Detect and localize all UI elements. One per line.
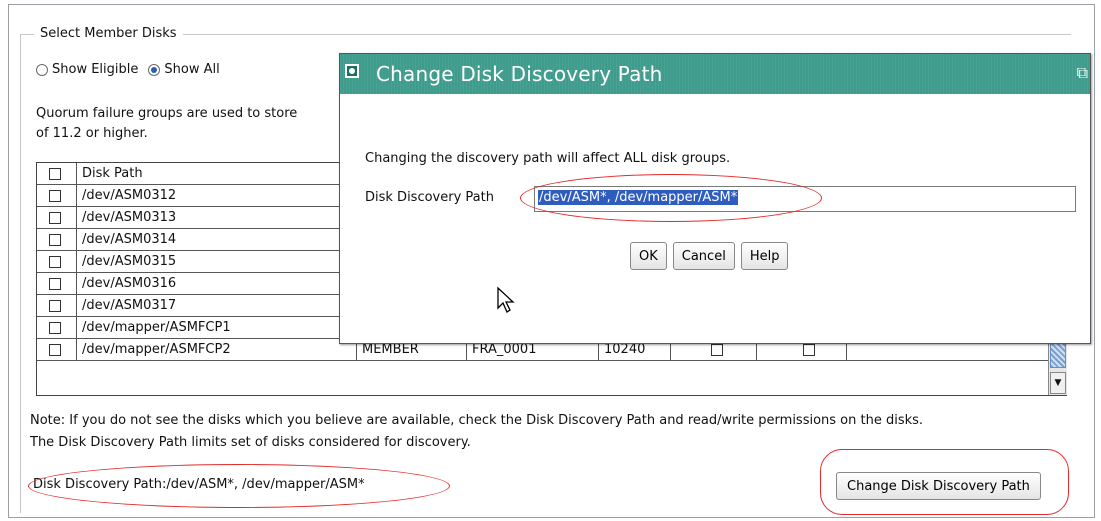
ok-button[interactable]: OK — [630, 242, 667, 270]
discovery-path-input[interactable]: /dev/ASM*, /dev/mapper/ASM* — [534, 186, 1076, 212]
disk-path-cell: /dev/ASM0313 — [77, 207, 357, 228]
show-eligible-label[interactable]: Show Eligible — [52, 62, 138, 77]
description-line: Quorum failure groups are used to store — [36, 106, 298, 121]
show-all-radio[interactable] — [148, 63, 161, 76]
disk-path-cell: /dev/ASM0317 — [77, 295, 357, 316]
disk-path-cell: /dev/mapper/ASMFCP2 — [77, 339, 357, 360]
dialog-message: Changing the discovery path will affect … — [365, 151, 731, 166]
maximize-icon[interactable]: ⧉ — [1077, 63, 1088, 83]
row-option-checkbox[interactable] — [803, 343, 815, 356]
scroll-down-arrow-icon[interactable]: ▼ — [1050, 372, 1066, 394]
dialog-titlebar[interactable]: Change Disk Discovery Path ⧉ — [340, 54, 1090, 94]
change-discovery-path-button[interactable]: Change Disk Discovery Path — [836, 472, 1041, 500]
row-checkbox[interactable] — [49, 343, 61, 356]
show-eligible-radio[interactable] — [36, 63, 48, 76]
change-path-dialog: Change Disk Discovery Path ⧉ Changing th… — [339, 53, 1091, 344]
note-text: Note: If you do not see the disks which … — [30, 410, 923, 454]
select-all-checkbox[interactable] — [49, 167, 61, 180]
row-select-cell[interactable] — [37, 251, 77, 272]
row-select-cell[interactable] — [37, 273, 77, 294]
row-select-cell[interactable] — [37, 229, 77, 250]
row-select-cell[interactable] — [37, 207, 77, 228]
row-checkbox[interactable] — [49, 255, 61, 268]
row-option-checkbox[interactable] — [711, 343, 723, 356]
quorum-description: Quorum failure groups are used to store … — [36, 104, 336, 144]
current-discovery-path: Disk Discovery Path:/dev/ASM*, /dev/mapp… — [33, 477, 365, 492]
row-checkbox[interactable] — [49, 211, 61, 224]
group-title: Select Member Disks — [34, 26, 183, 41]
row-select-cell[interactable] — [37, 295, 77, 316]
cancel-button[interactable]: Cancel — [672, 242, 735, 270]
note-line: The Disk Discovery Path limits set of di… — [30, 435, 471, 450]
description-line: of 11.2 or higher. — [36, 126, 148, 141]
selected-path-text[interactable]: /dev/ASM*, /dev/mapper/ASM* — [538, 190, 739, 205]
discovery-path-label: Disk Discovery Path — [365, 190, 494, 205]
disk-path-cell: /dev/ASM0315 — [77, 251, 357, 272]
row-checkbox[interactable] — [49, 189, 61, 202]
row-checkbox[interactable] — [49, 277, 61, 290]
disk-path-cell: /dev/ASM0316 — [77, 273, 357, 294]
dialog-buttons: OK Cancel Help — [630, 242, 789, 270]
help-button[interactable]: Help — [740, 242, 789, 270]
note-line: Note: If you do not see the disks which … — [30, 413, 924, 428]
row-select-cell[interactable] — [37, 317, 77, 338]
show-all-label[interactable]: Show All — [164, 62, 219, 77]
disk-path-cell: /dev/ASM0312 — [77, 185, 357, 206]
disk-path-cell: /dev/mapper/ASMFCP1 — [77, 317, 357, 338]
window-icon — [345, 64, 359, 78]
row-select-cell[interactable] — [37, 339, 77, 360]
disk-path-cell: /dev/ASM0314 — [77, 229, 357, 250]
row-checkbox[interactable] — [49, 233, 61, 246]
filter-radio-group: Show Eligible Show All — [36, 62, 230, 77]
column-header-disk-path[interactable]: Disk Path — [77, 163, 357, 184]
mouse-pointer-icon — [497, 286, 515, 313]
row-checkbox[interactable] — [49, 299, 61, 312]
row-checkbox[interactable] — [49, 321, 61, 334]
row-select-cell[interactable] — [37, 185, 77, 206]
dialog-title: Change Disk Discovery Path — [376, 62, 663, 86]
